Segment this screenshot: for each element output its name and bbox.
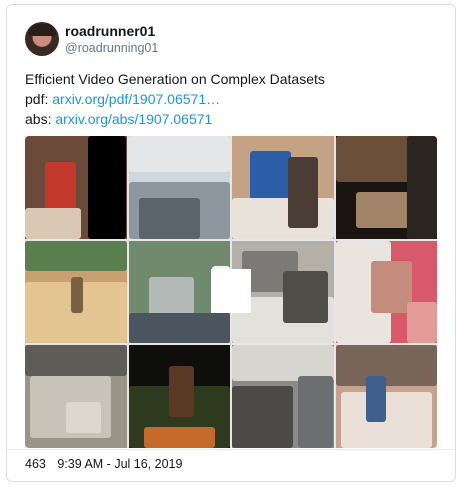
video-frame[interactable] <box>25 136 127 239</box>
like-count[interactable]: 463 <box>25 457 46 471</box>
abs-link[interactable]: arxiv.org/abs/1907.06571 <box>55 111 212 127</box>
frame-region <box>138 197 200 239</box>
frame-region <box>70 276 83 313</box>
abs-line: abs: arxiv.org/abs/1907.06571 <box>25 109 325 129</box>
video-frame[interactable] <box>335 345 437 448</box>
frame-region <box>232 197 334 239</box>
video-frame[interactable] <box>232 136 334 239</box>
footer-divider <box>7 449 455 450</box>
frame-region <box>87 136 127 239</box>
video-frame[interactable] <box>25 345 127 448</box>
frame-region <box>287 156 319 229</box>
tweet-title: Efficient Video Generation on Complex Da… <box>25 71 325 87</box>
frame-region <box>169 365 195 418</box>
frame-region <box>365 376 387 423</box>
frame-region <box>232 386 293 448</box>
frame-region <box>297 376 334 448</box>
frame-region <box>406 302 437 344</box>
pdf-line: pdf: arxiv.org/pdf/1907.06571… <box>25 89 325 109</box>
blank-patch <box>211 269 251 313</box>
frame-region <box>25 240 127 272</box>
frame-region <box>282 271 329 323</box>
pdf-link[interactable]: arxiv.org/pdf/1907.06571… <box>52 91 220 107</box>
frame-region <box>406 136 437 239</box>
pdf-label: pdf: <box>25 91 49 107</box>
author-block: roadrunner01 @roadrunning01 <box>65 23 158 56</box>
timestamp[interactable]: 9:39 AM - Jul 16, 2019 <box>57 457 182 471</box>
video-frame[interactable] <box>232 345 334 448</box>
frame-region <box>340 391 432 448</box>
frame-region <box>65 401 102 433</box>
video-frame[interactable] <box>128 136 230 239</box>
frame-region <box>335 345 437 387</box>
avatar-hair <box>28 24 56 36</box>
avatar[interactable] <box>25 22 59 56</box>
display-name[interactable]: roadrunner01 <box>65 23 158 40</box>
frame-region <box>128 312 230 344</box>
video-frame[interactable] <box>25 240 127 344</box>
tweet-text: Efficient Video Generation on Complex Da… <box>25 69 325 129</box>
tweet-footer: 463 9:39 AM - Jul 16, 2019 <box>25 457 182 471</box>
video-frame[interactable] <box>335 240 437 344</box>
frame-region <box>25 345 127 377</box>
frame-region <box>371 261 412 313</box>
tweet-card: roadrunner01 @roadrunning01 Efficient Vi… <box>6 4 456 482</box>
abs-label: abs: <box>25 111 52 127</box>
video-frame[interactable] <box>128 345 230 448</box>
frame-region <box>25 207 81 239</box>
video-frame[interactable] <box>335 136 437 239</box>
frame-region <box>128 136 230 172</box>
media-grid[interactable] <box>25 136 437 448</box>
user-handle[interactable]: @roadrunning01 <box>65 40 158 56</box>
frame-region <box>143 427 215 448</box>
